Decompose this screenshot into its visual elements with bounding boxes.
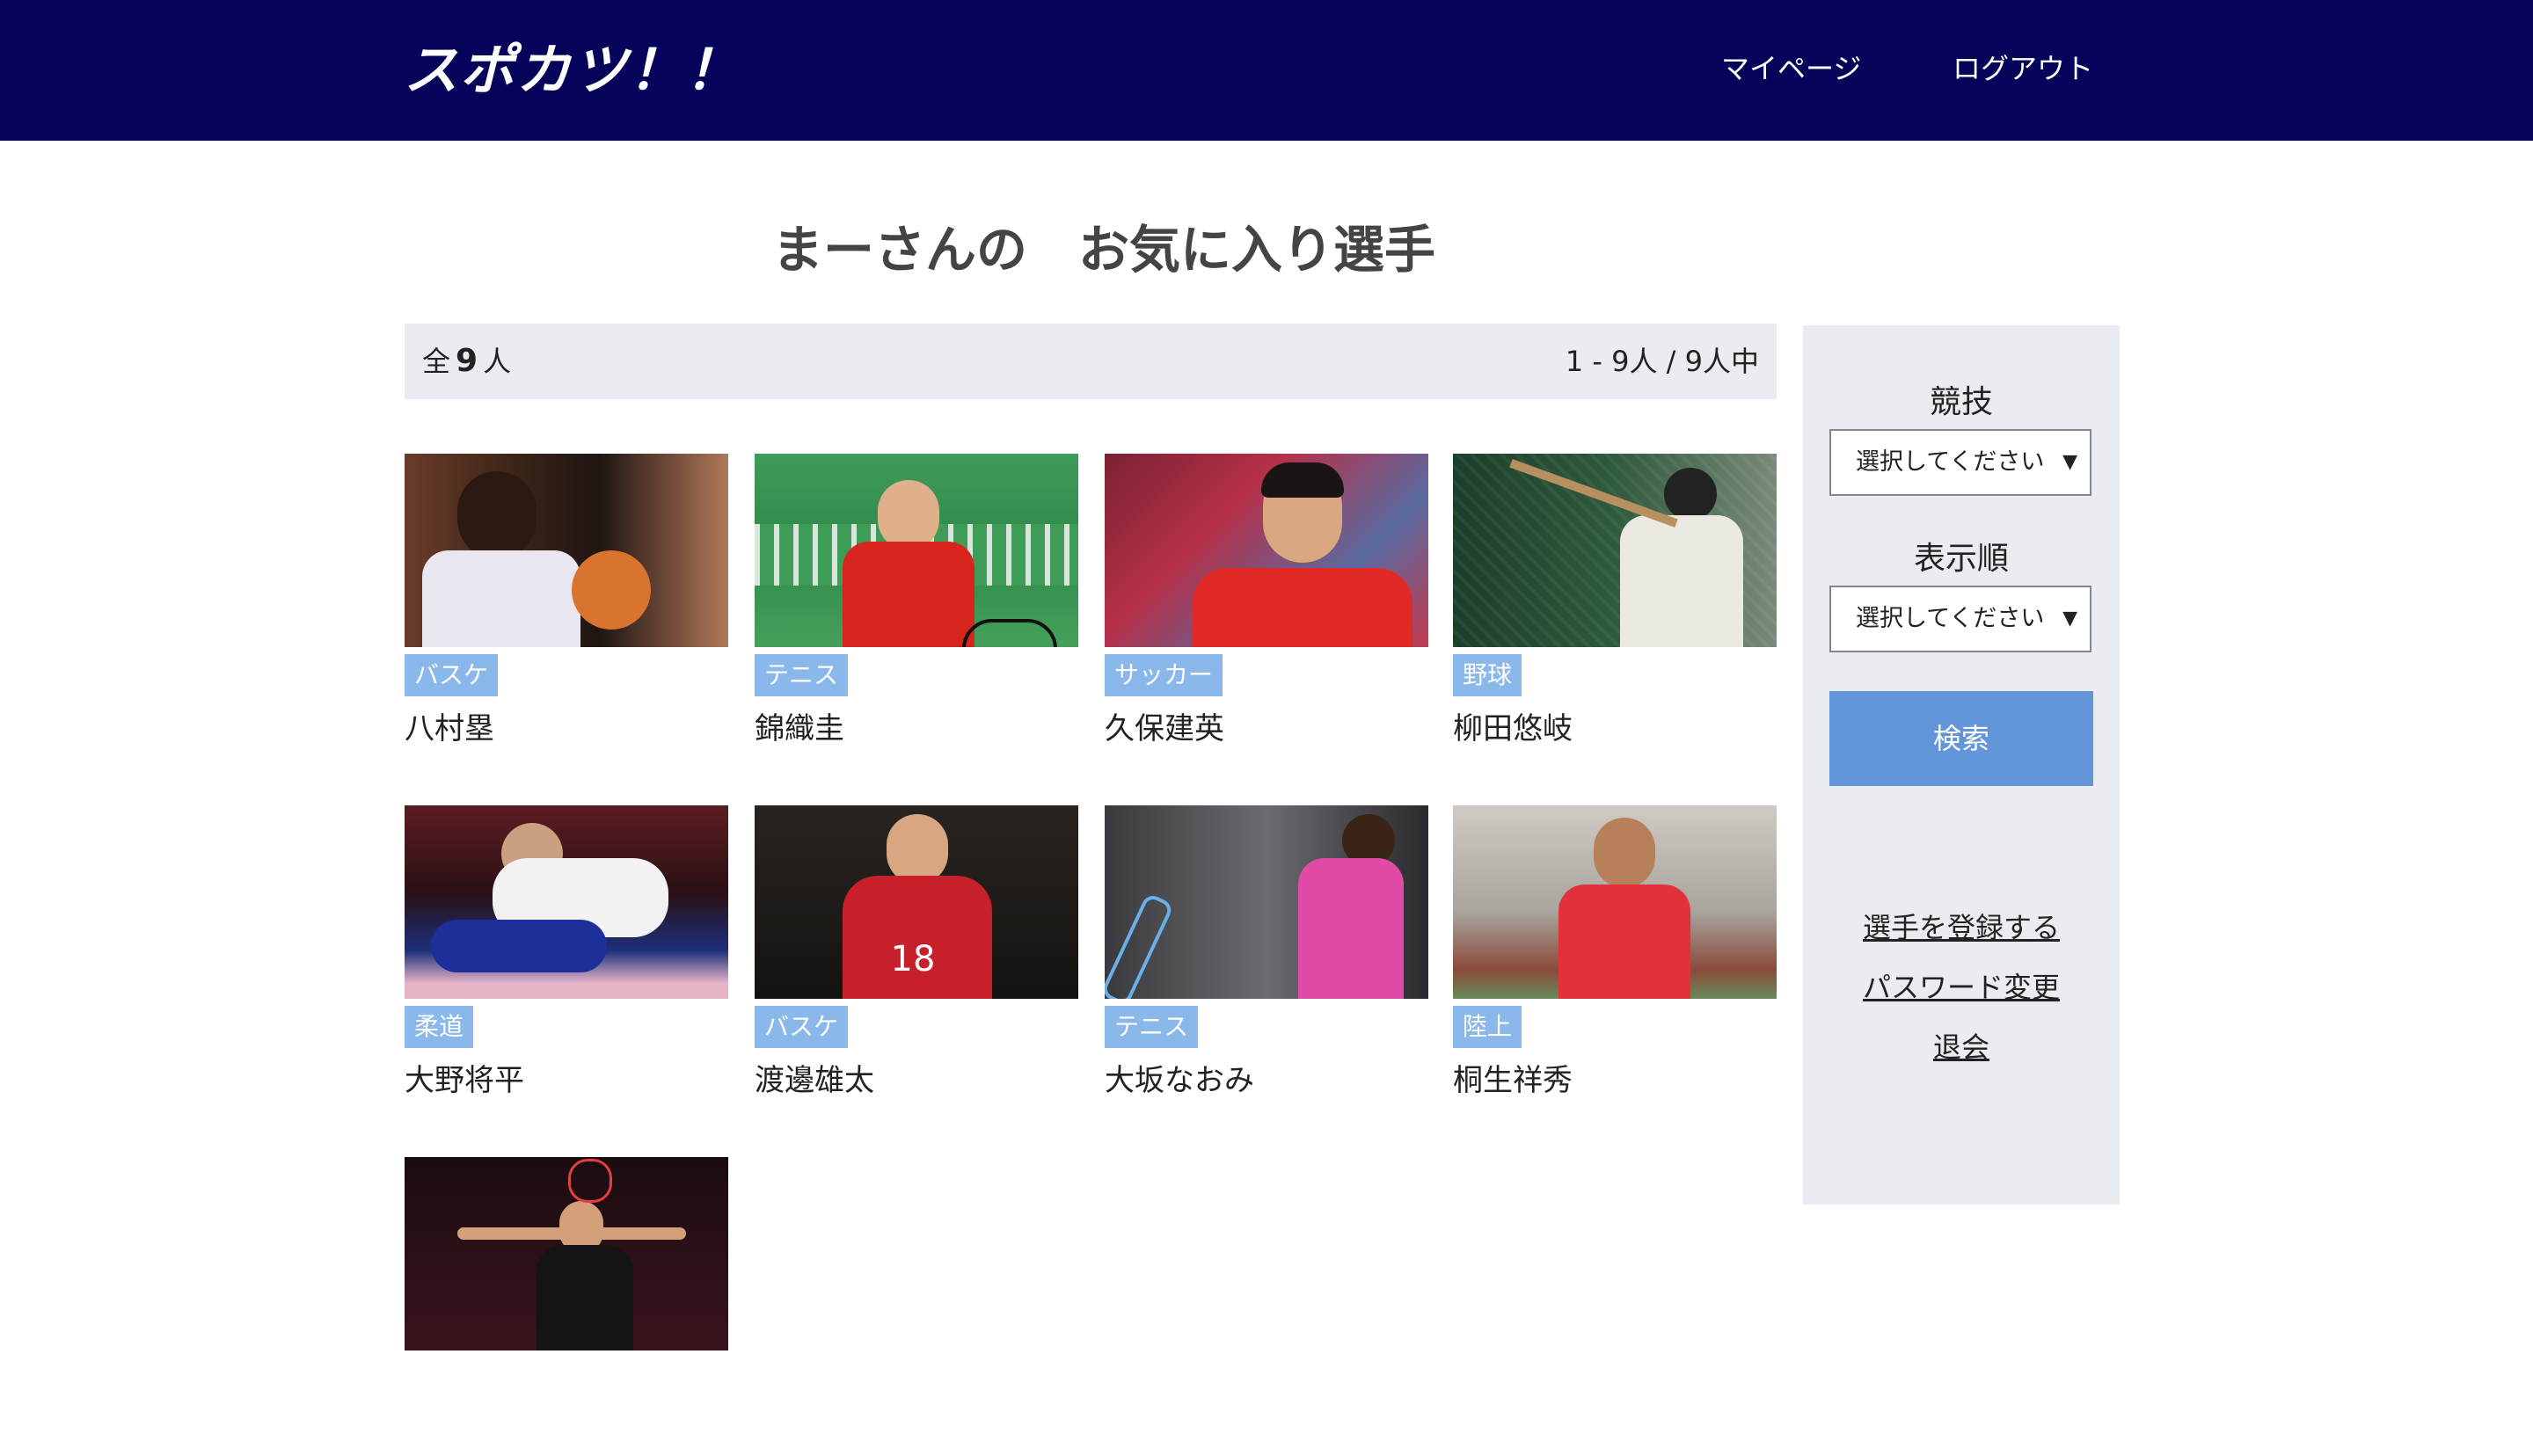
player-card[interactable]: 陸上 桐生祥秀 xyxy=(1453,805,1777,1104)
player-card[interactable]: サッカー 久保建英 xyxy=(1105,454,1428,753)
player-name[interactable]: 大坂なおみ xyxy=(1105,1059,1254,1103)
player-photo[interactable] xyxy=(405,454,728,647)
player-photo[interactable] xyxy=(755,454,1078,647)
player-photo[interactable] xyxy=(405,1157,728,1350)
player-photo[interactable] xyxy=(1105,454,1428,647)
player-name[interactable]: 錦織圭 xyxy=(755,707,844,751)
page-title: まーさんの お気に入り選手 xyxy=(772,220,1436,280)
sport-tag: 野球 xyxy=(1453,654,1522,696)
sport-tag: バスケ xyxy=(755,1006,849,1048)
sport-select-value: 選択してください xyxy=(1856,448,2045,476)
player-card[interactable]: 柔道 大野将平 xyxy=(405,805,728,1104)
result-count-bar: 全9人 1 - 9人 / 9人中 xyxy=(405,324,1777,399)
unsubscribe-link[interactable]: 退会 xyxy=(1803,1025,2120,1066)
player-name[interactable]: 大野将平 xyxy=(405,1059,524,1103)
mypage-link[interactable]: マイページ xyxy=(1721,49,1861,88)
sport-tag: 陸上 xyxy=(1453,1006,1522,1048)
player-name[interactable]: 渡邊雄太 xyxy=(755,1059,874,1103)
change-password-link[interactable]: パスワード変更 xyxy=(1803,965,2120,1006)
sport-filter-label: 競技 xyxy=(1929,384,1993,420)
player-card[interactable]: 18 バスケ 渡邊雄太 xyxy=(755,805,1078,1104)
player-card[interactable]: バスケ 八村塁 xyxy=(405,454,728,753)
sport-tag: 柔道 xyxy=(405,1006,474,1048)
sport-tag: バスケ xyxy=(405,654,499,696)
chevron-down-icon: ▼ xyxy=(2062,451,2077,473)
range-count: 1 - 9人 / 9人中 xyxy=(1565,345,1759,378)
site-header: スポカツ！！ マイページ ログアウト xyxy=(0,0,2533,141)
sport-tag: テニス xyxy=(755,654,849,696)
player-card[interactable]: テニス 大坂なおみ xyxy=(1105,805,1428,1104)
player-card[interactable]: テニス 錦織圭 xyxy=(755,454,1078,753)
player-name[interactable]: 八村塁 xyxy=(405,707,494,751)
sport-tag: テニス xyxy=(1105,1006,1199,1048)
order-filter-label: 表示順 xyxy=(1913,541,2009,577)
sport-tag: サッカー xyxy=(1105,654,1223,696)
total-number: 9 xyxy=(456,343,478,379)
player-photo[interactable]: 18 xyxy=(755,805,1078,999)
order-select[interactable]: 選択してください ▼ xyxy=(1829,586,2091,652)
player-name[interactable]: 久保建英 xyxy=(1105,707,1224,751)
register-player-link[interactable]: 選手を登録する xyxy=(1803,906,2120,946)
player-photo[interactable] xyxy=(1453,454,1777,647)
search-sidebar: 競技 選択してください ▼ 表示順 選択してください ▼ 検索 選手を登録する … xyxy=(1803,325,2120,1205)
player-name[interactable]: 柳田悠岐 xyxy=(1453,707,1573,751)
player-photo[interactable] xyxy=(405,805,728,999)
player-name[interactable]: 桐生祥秀 xyxy=(1453,1059,1573,1103)
total-suffix: 人 xyxy=(483,345,512,378)
order-select-value: 選択してください xyxy=(1856,605,2045,632)
sport-select[interactable]: 選択してください ▼ xyxy=(1829,429,2091,496)
total-count: 全9人 xyxy=(422,324,511,399)
player-photo[interactable] xyxy=(1453,805,1777,999)
search-button[interactable]: 検索 xyxy=(1829,691,2093,786)
player-card[interactable] xyxy=(405,1157,728,1456)
player-photo[interactable] xyxy=(1105,805,1428,999)
chevron-down-icon: ▼ xyxy=(2062,608,2077,630)
logout-link[interactable]: ログアウト xyxy=(1953,49,2093,88)
player-card[interactable]: 野球 柳田悠岐 xyxy=(1453,454,1777,753)
total-prefix: 全 xyxy=(422,345,451,378)
site-logo[interactable]: スポカツ！！ xyxy=(404,35,741,106)
